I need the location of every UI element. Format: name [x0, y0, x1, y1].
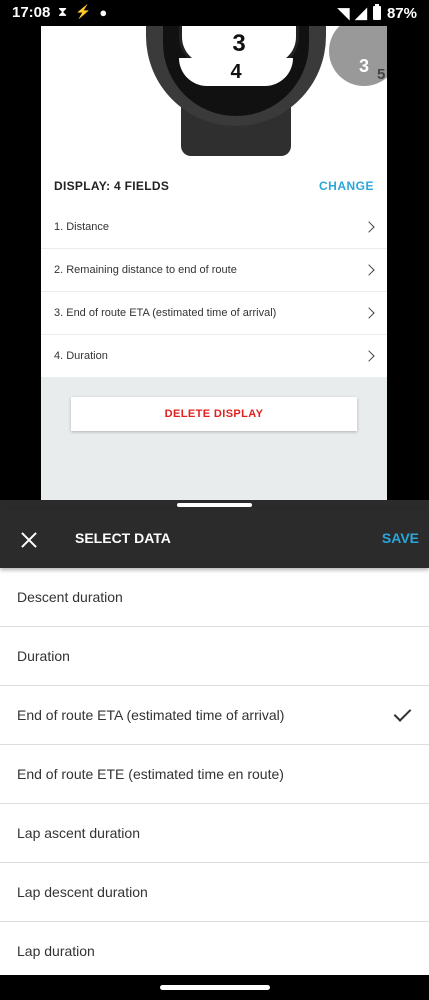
- home-gesture-pill[interactable]: [160, 985, 270, 990]
- drag-handle[interactable]: [177, 503, 252, 507]
- list-item-label: End of route ETA (estimated time of arri…: [17, 707, 285, 723]
- list-item-label: End of route ETE (estimated time en rout…: [17, 766, 284, 782]
- list-item-label: Lap duration: [17, 943, 95, 959]
- wifi-icon: ◥: [337, 5, 350, 22]
- delete-display-button[interactable]: DELETE DISPLAY: [71, 397, 357, 431]
- list-item[interactable]: Duration: [0, 627, 429, 686]
- list-item[interactable]: Descent duration: [0, 568, 429, 627]
- flash-icon: ⚡: [75, 4, 92, 19]
- list-item[interactable]: End of route ETE (estimated time en rout…: [0, 745, 429, 804]
- battery-percent: 87%: [386, 4, 417, 22]
- save-button[interactable]: SAVE: [382, 530, 419, 546]
- navigation-bar: [0, 975, 429, 1000]
- select-data-sheet: SELECT DATA SAVE Descent duration Durati…: [0, 500, 429, 1000]
- chevron-right-icon: [363, 350, 375, 362]
- field-row-2[interactable]: 2. Remaining distance to end of route: [41, 249, 387, 291]
- display-title: DISPLAY: 4 FIELDS: [54, 179, 170, 193]
- list-item-selected[interactable]: End of route ETA (estimated time of arri…: [0, 686, 429, 745]
- chevron-right-icon: [363, 264, 375, 276]
- sheet-header: SELECT DATA SAVE: [0, 510, 429, 568]
- sheet-drag-area[interactable]: [0, 500, 429, 510]
- watch-field-bottom: 4: [179, 58, 293, 86]
- display-editor-card: 3 4 3 5 DISPLAY: 4 FIELDS CHANGE 1. Dist…: [41, 26, 387, 500]
- chevron-right-icon: [363, 221, 375, 233]
- status-notification-icons: ⧗ ⚡ ●: [58, 4, 107, 20]
- battery-icon: [372, 4, 381, 20]
- field-label: 4. Duration: [54, 350, 108, 362]
- list-item[interactable]: Lap descent duration: [0, 863, 429, 922]
- signal-icon: ◢: [355, 5, 367, 22]
- list-item[interactable]: Lap duration: [0, 922, 429, 981]
- field-row-4[interactable]: 4. Duration: [41, 335, 387, 377]
- next-display-number: 5: [377, 66, 386, 83]
- display-header: DISPLAY: 4 FIELDS CHANGE: [41, 166, 387, 206]
- display-fields-list: 1. Distance 2. Remaining distance to end…: [41, 206, 387, 378]
- field-label: 1. Distance: [54, 221, 110, 233]
- list-item[interactable]: Lap ascent duration: [0, 804, 429, 863]
- field-label: 2. Remaining distance to end of route: [54, 264, 237, 276]
- change-button[interactable]: CHANGE: [319, 179, 374, 193]
- checkmark-icon: [393, 704, 412, 722]
- list-item-label: Lap ascent duration: [17, 825, 140, 841]
- status-right: ◥ ◢ 87%: [338, 4, 417, 22]
- list-item-label: Descent duration: [17, 589, 123, 605]
- app-notification-icon: ●: [99, 4, 108, 20]
- sheet-title: SELECT DATA: [75, 530, 171, 546]
- chevron-right-icon: [363, 307, 375, 319]
- watch-preview: 3 4 3 5: [41, 26, 387, 166]
- close-icon[interactable]: [20, 531, 38, 549]
- list-item-label: Lap descent duration: [17, 884, 148, 900]
- field-row-3[interactable]: 3. End of route ETA (estimated time of a…: [41, 292, 387, 334]
- status-time: 17:08: [12, 4, 51, 21]
- status-bar: 17:08 ⧗ ⚡ ● ◥ ◢ 87%: [0, 0, 429, 26]
- field-row-1[interactable]: 1. Distance: [41, 206, 387, 248]
- hourglass-icon: ⧗: [58, 4, 68, 19]
- list-item-label: Duration: [17, 648, 70, 664]
- field-label: 3. End of route ETA (estimated time of a…: [54, 307, 277, 319]
- data-options-list: Descent duration Duration End of route E…: [0, 568, 429, 981]
